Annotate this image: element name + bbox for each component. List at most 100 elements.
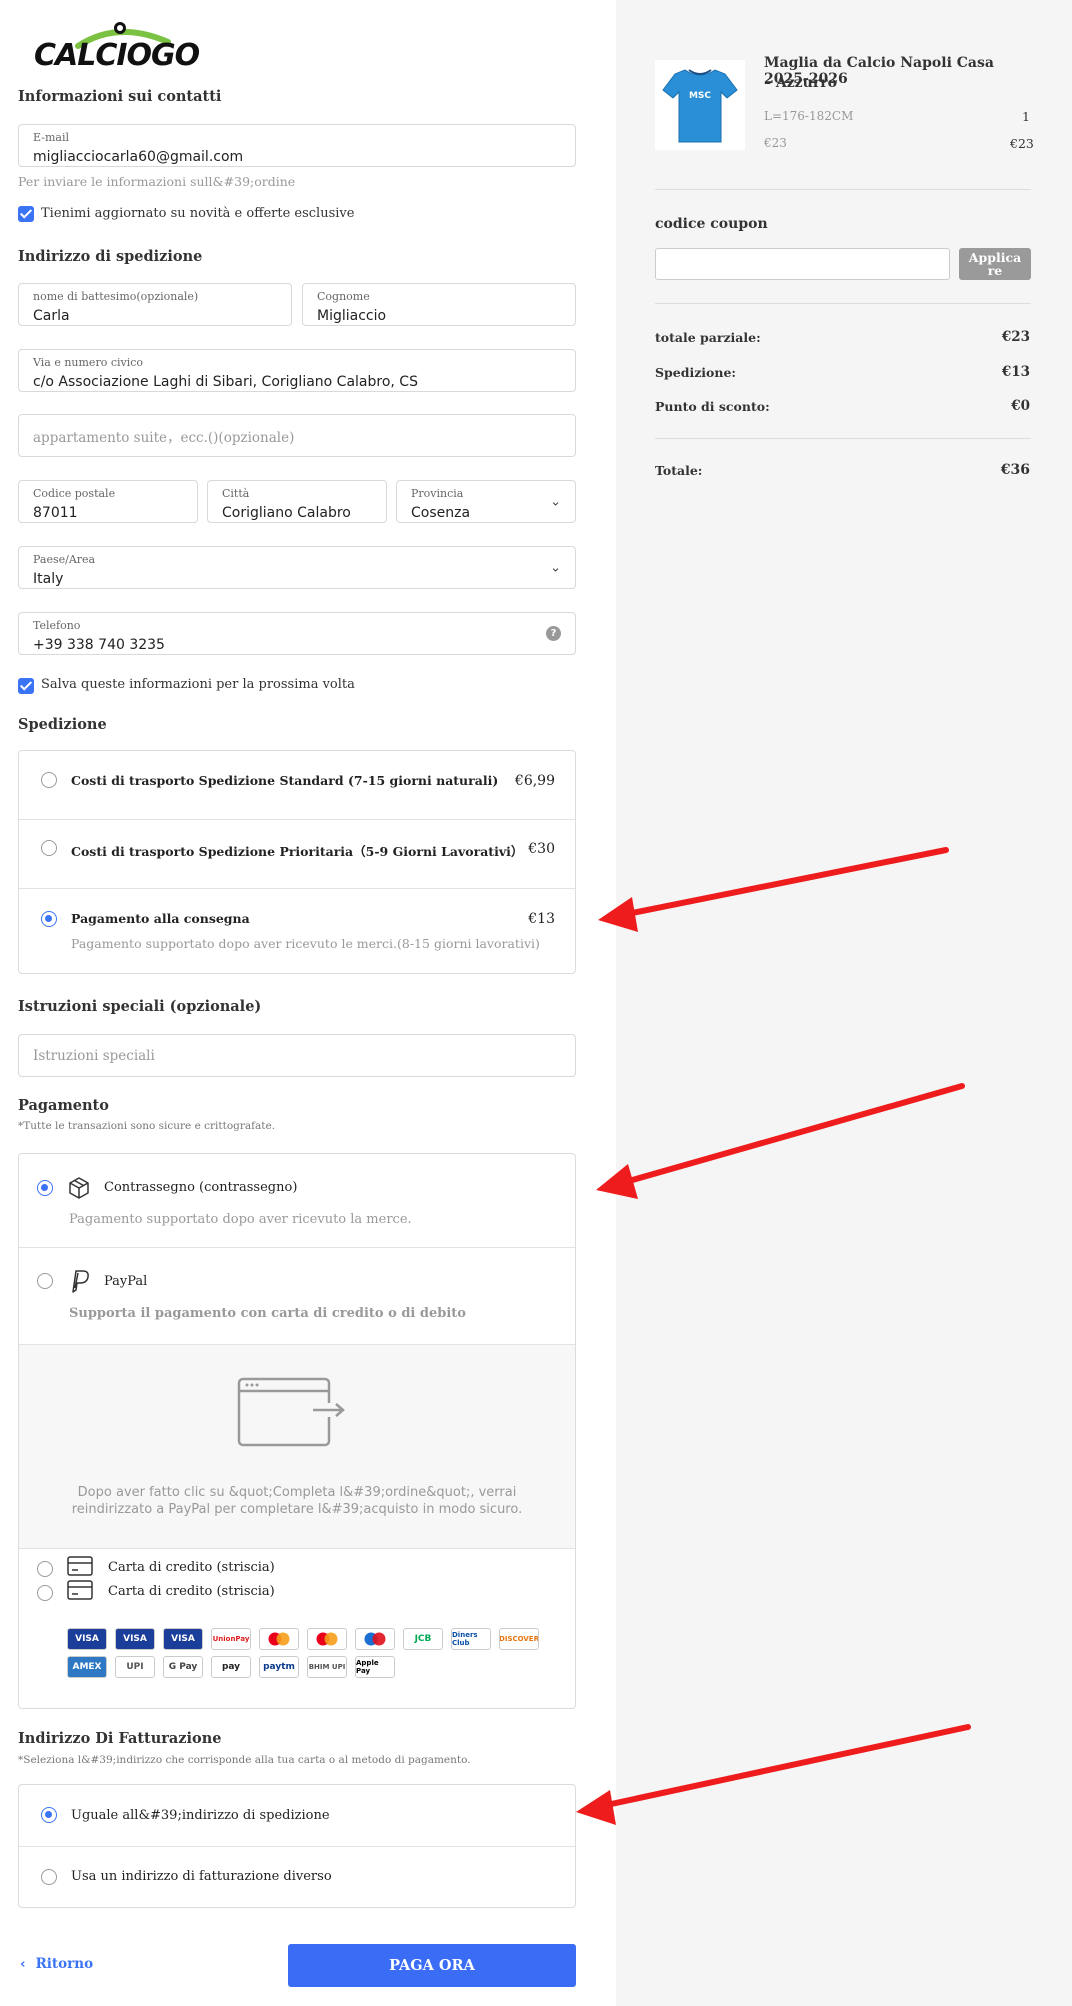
apply-coupon-label-2: re [987,263,1003,278]
email-hint: Per inviare le informazioni sull&#39;ord… [18,174,296,189]
divider [655,303,1031,304]
card-logo-pay: pay [211,1656,251,1678]
jersey-image: MSC [662,69,738,143]
shipping-option-priority[interactable]: Costi di trasporto Spedizione Prioritari… [19,820,575,888]
card-logo-amex: AMEX [67,1656,107,1678]
newsletter-checkbox[interactable] [18,206,34,222]
billing-option-same[interactable]: Uguale all&#39;indirizzo di spedizione [19,1785,575,1846]
card-logo-bhim-upi: BHIM UPI [307,1656,347,1678]
shipping-priority-radio[interactable] [41,840,57,856]
chevron-down-icon: ⌄ [550,494,561,509]
payment-option-card-2[interactable]: Carta di credito (striscia) [19,1579,575,1603]
shipping-option-standard[interactable]: Costi di trasporto Spedizione Standard (… [19,751,575,819]
email-field[interactable]: E-mail migliacciocarla60@gmail.com [18,124,576,167]
card-logo-paytm: paytm [259,1656,299,1678]
product-quantity: 1 [1022,109,1030,124]
payment-paypal-desc: Supporta il pagamento con carta di credi… [69,1306,466,1321]
street-value: c/o Associazione Laghi di Sibari, Corigl… [33,374,418,390]
total-value: €36 [1000,462,1030,478]
save-info-checkbox[interactable] [18,678,34,694]
payment-cod-desc: Pagamento supportato dopo aver ricevuto … [69,1212,412,1227]
billing-different-label: Usa un indirizzo di fatturazione diverso [71,1869,332,1884]
save-info-label: Salva queste informazioni per la prossim… [41,677,355,692]
pay-now-button[interactable]: PAGA ORA [288,1944,576,1987]
country-value: Italy [33,571,64,587]
first-name-label: nome di battesimo(opzionale) [33,290,199,303]
last-name-value: Migliaccio [317,308,387,324]
apply-coupon-button[interactable]: Applica re [959,248,1031,280]
shipping-priority-price: €30 [528,841,555,857]
card-logo-discover: DISCOVER [499,1628,539,1650]
card-logo-visa: VISA [67,1628,107,1650]
card-logo-diners-club: Diners Club [451,1628,491,1650]
shipping-cost-label: Spedizione: [655,365,737,380]
street-field[interactable]: Via e numero civico c/o Associazione Lag… [18,349,576,392]
shipping-standard-radio[interactable] [41,772,57,788]
discount-value: €0 [1011,398,1030,414]
first-name-field[interactable]: nome di battesimo(opzionale) Carla [18,283,292,326]
province-select[interactable]: Provincia Cosenza ⌄ [396,480,576,523]
card-logos: VISA VISA VISA UnionPay JCB Diners Club DISCOV… [67,1628,547,1684]
discount-label: Punto di sconto: [655,399,770,414]
email-label: E-mail [33,131,69,144]
instructions-input[interactable]: Istruzioni speciali [18,1034,576,1077]
street-label: Via e numero civico [33,356,144,369]
payment-cod-label: Contrassegno (contrassegno) [104,1180,298,1195]
phone-value: +39 338 740 3235 [33,637,165,653]
payment-card2-radio[interactable] [37,1585,53,1601]
help-icon[interactable]: ? [546,626,561,641]
province-value: Cosenza [411,505,471,521]
logo-text: CALCIOGO [34,38,200,73]
product-thumbnail: MSC [655,60,745,150]
city-field[interactable]: Città Corigliano Calabro [207,480,387,523]
payment-cod-radio[interactable] [37,1180,53,1196]
billing-option-different[interactable]: Usa un indirizzo di fatturazione diverso [19,1847,575,1909]
product-variant: L=176-182CM [764,109,854,123]
payment-card1-label: Carta di credito (striscia) [108,1560,275,1575]
credit-card-icon [67,1556,93,1576]
postal-code-field[interactable]: Codice postale 87011 [18,480,198,523]
last-name-field[interactable]: Cognome Migliaccio [302,283,576,326]
paypal-icon [72,1270,89,1293]
city-value: Corigliano Calabro [222,505,351,521]
city-label: Città [222,487,250,500]
card-logo-jcb: JCB [403,1628,443,1650]
postal-code-value: 87011 [33,505,78,521]
payment-card1-radio[interactable] [37,1561,53,1577]
paypal-redirect-text-1: Dopo aver fatto clic su &quot;Completa l… [77,1485,517,1500]
shipping-option-cod[interactable]: Pagamento alla consegna €13 Pagamento su… [19,889,575,975]
billing-different-radio[interactable] [41,1869,57,1885]
shipping-cod-price: €13 [528,911,555,927]
newsletter-label: Tienimi aggiornato su novità e offerte e… [41,206,355,221]
country-select[interactable]: Paese/Area Italy ⌄ [18,546,576,589]
coupon-input[interactable] [655,248,950,280]
billing-title: Indirizzo Di Fatturazione [18,1730,222,1747]
package-icon [69,1177,89,1199]
payment-option-cod[interactable]: Contrassegno (contrassegno) Pagamento su… [19,1154,575,1247]
payment-paypal-radio[interactable] [37,1273,53,1289]
province-label: Provincia [411,487,464,500]
card-logo-visa: VISA [115,1628,155,1650]
payment-option-card-1[interactable]: Carta di credito (striscia) [19,1554,575,1578]
first-name-value: Carla [33,308,70,324]
site-logo[interactable]: CALCIOGO [30,14,200,73]
shipping-options-box: Costi di trasporto Spedizione Standard (… [18,750,576,974]
paypal-redirect-text-2: reindirizzato a PayPal per completare l&… [71,1502,523,1517]
paypal-redirect-panel: Dopo aver fatto clic su &quot;Completa l… [19,1345,575,1548]
billing-same-radio[interactable] [41,1807,57,1823]
shipping-cod-radio[interactable] [41,911,57,927]
coupon-title: codice coupon [655,216,768,232]
card-logo-upi: UPI [115,1656,155,1678]
back-link-label: Ritorno [35,1956,94,1972]
payment-option-paypal[interactable]: PayPal Supporta il pagamento con carta d… [19,1248,575,1344]
subtotal-value: €23 [1001,329,1030,345]
instructions-title: Istruzioni speciali (opzionale) [18,998,262,1015]
shipping-cod-desc: Pagamento supportato dopo aver ricevuto … [71,936,540,951]
postal-code-label: Codice postale [33,487,116,500]
back-link[interactable]: ‹ Ritorno [20,1956,93,1972]
phone-field[interactable]: Telefono +39 338 740 3235 ? [18,612,576,655]
billing-subtitle: *Seleziona l&#39;indirizzo che corrispon… [18,1754,471,1766]
apartment-placeholder: appartamento suite，ecc.()(opzionale) [33,429,295,446]
apartment-field[interactable]: appartamento suite，ecc.()(opzionale) [18,414,576,457]
divider [19,1548,575,1549]
